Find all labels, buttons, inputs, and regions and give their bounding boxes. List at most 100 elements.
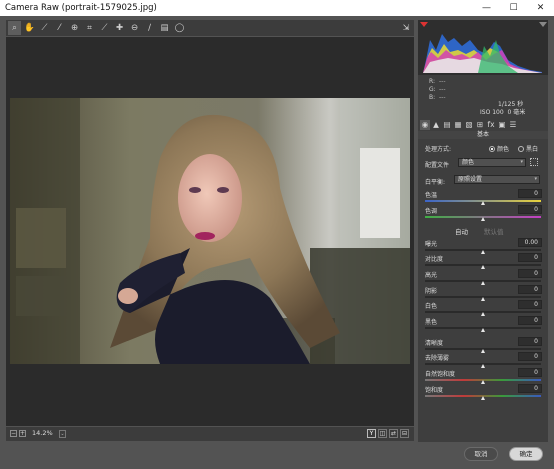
straighten-tool-icon[interactable]: ⟋ bbox=[98, 21, 111, 35]
treatment-bw-radio[interactable]: 黑白 bbox=[518, 144, 538, 153]
exposure-slider-thumb[interactable] bbox=[480, 250, 485, 254]
treatment-color-label: 颜色 bbox=[497, 146, 510, 153]
image-info: R: G: B: --- --- --- 1/125 秒 ISO 100 0 毫… bbox=[418, 75, 548, 119]
treatment-bw-label: 黑白 bbox=[526, 146, 539, 153]
radio-icon bbox=[518, 146, 524, 152]
adjustment-panel: R: G: B: --- --- --- 1/125 秒 ISO 100 0 毫… bbox=[418, 20, 548, 442]
copy-settings-button[interactable]: ⊟ bbox=[400, 429, 409, 438]
hand-tool-icon[interactable]: ✋ bbox=[23, 21, 36, 35]
color-sampler-tool-icon[interactable]: ⁄ bbox=[53, 21, 66, 35]
chevron-down-icon: ▾ bbox=[520, 159, 523, 165]
zoom-in-button[interactable]: + bbox=[19, 430, 26, 437]
radio-icon bbox=[489, 146, 495, 152]
swap-settings-button[interactable]: ⇄ bbox=[389, 429, 398, 438]
dehaze-slider-thumb[interactable] bbox=[480, 364, 485, 368]
focal-length: 0 毫米 bbox=[507, 109, 526, 116]
tab-hsl-icon[interactable]: ▦ bbox=[453, 120, 463, 130]
window-controls: — ☐ ✕ bbox=[473, 0, 554, 16]
blacks-label: 黑色 bbox=[425, 319, 438, 326]
zoom-out-button[interactable]: − bbox=[10, 430, 17, 437]
profile-browser-icon[interactable] bbox=[530, 158, 538, 166]
dialog-footer: 取消 确定 bbox=[0, 442, 554, 469]
tab-basic-icon[interactable]: ◉ bbox=[420, 119, 430, 130]
r-label: R: bbox=[429, 78, 436, 85]
highlight-clipping-icon[interactable] bbox=[539, 22, 547, 27]
profile-select[interactable]: 颜色 ▾ bbox=[458, 158, 526, 167]
close-button[interactable]: ✕ bbox=[527, 0, 554, 16]
histogram-graph bbox=[423, 34, 542, 73]
vibrance-value-field[interactable]: 0 bbox=[518, 368, 542, 377]
g-label: G: bbox=[429, 86, 436, 93]
vibrance-slider-thumb[interactable] bbox=[480, 380, 485, 384]
preview-image[interactable] bbox=[10, 98, 410, 364]
zoom-level: 14.2% bbox=[32, 429, 53, 437]
title-bar: Camera Raw (portrait-1579025.jpg) — ☐ ✕ bbox=[0, 0, 554, 16]
iso-text: ISO 100 bbox=[480, 109, 504, 116]
dehaze-value-field[interactable]: 0 bbox=[518, 352, 542, 361]
treatment-label: 处理方式: bbox=[425, 146, 452, 153]
auto-button[interactable]: 自动 bbox=[455, 228, 468, 237]
clarity-label: 清晰度 bbox=[425, 340, 444, 347]
tab-calibration-icon[interactable]: ▣ bbox=[497, 120, 507, 130]
radial-filter-tool-icon[interactable]: ◯ bbox=[173, 21, 186, 35]
b-value: --- bbox=[439, 94, 446, 101]
ok-button[interactable]: 确定 bbox=[509, 447, 543, 461]
saturation-slider-thumb[interactable] bbox=[480, 396, 485, 400]
tint-slider-thumb[interactable] bbox=[480, 217, 485, 221]
graduated-filter-tool-icon[interactable]: ▤ bbox=[158, 21, 171, 35]
targeted-adjustment-tool-icon[interactable]: ⊕ bbox=[68, 21, 81, 35]
view-toggle-button[interactable]: Y bbox=[367, 429, 376, 438]
temperature-value-field[interactable]: 0 bbox=[518, 189, 542, 198]
maximize-button[interactable]: ☐ bbox=[500, 0, 527, 16]
fullscreen-toggle-icon[interactable]: ⇲ bbox=[400, 21, 412, 34]
shadows-label: 阴影 bbox=[425, 288, 438, 295]
shadows-value-field[interactable]: 0 bbox=[518, 285, 542, 294]
spot-removal-tool-icon[interactable]: ✚ bbox=[113, 21, 126, 35]
zoom-tool-icon[interactable]: ⌕ bbox=[8, 21, 21, 35]
clarity-value-field[interactable]: 0 bbox=[518, 337, 542, 346]
chevron-down-icon: ▾ bbox=[534, 176, 537, 182]
tab-detail-icon[interactable]: ▤ bbox=[442, 120, 452, 130]
window-title: Camera Raw (portrait-1579025.jpg) bbox=[5, 3, 157, 13]
clarity-slider-thumb[interactable] bbox=[480, 349, 485, 353]
white-balance-label: 白平衡: bbox=[425, 179, 446, 186]
profile-value: 颜色 bbox=[462, 159, 475, 166]
tool-bar: ⌕ ✋ ⟋ ⁄ ⊕ ⌗ ⟋ ✚ ⊖ ∕ ▤ ◯ ⇲ bbox=[6, 20, 414, 36]
minimize-button[interactable]: — bbox=[473, 0, 500, 16]
crop-tool-icon[interactable]: ⌗ bbox=[83, 21, 96, 35]
temperature-slider-thumb[interactable] bbox=[480, 201, 485, 205]
shadow-clipping-icon[interactable] bbox=[420, 22, 428, 27]
blacks-slider-thumb[interactable] bbox=[480, 328, 485, 332]
blacks-value-field[interactable]: 0 bbox=[518, 316, 542, 325]
highlights-slider-thumb[interactable] bbox=[480, 281, 485, 285]
whites-slider-thumb[interactable] bbox=[480, 312, 485, 316]
vibrance-label: 自然饱和度 bbox=[425, 371, 456, 378]
contrast-slider-thumb[interactable] bbox=[480, 265, 485, 269]
panel-tabs: ◉ ▲ ▤ ▦ ▧ ⊞ fx ▣ ☰ bbox=[418, 119, 548, 130]
default-button[interactable]: 默认值 bbox=[484, 228, 504, 237]
highlights-value-field[interactable]: 0 bbox=[518, 269, 542, 278]
shadows-slider-thumb[interactable] bbox=[480, 297, 485, 301]
tint-value-field[interactable]: 0 bbox=[518, 205, 542, 214]
cancel-button[interactable]: 取消 bbox=[464, 447, 498, 461]
tab-split-toning-icon[interactable]: ▧ bbox=[464, 120, 474, 130]
before-after-button[interactable]: ◫ bbox=[378, 429, 387, 438]
treatment-color-radio[interactable]: 颜色 bbox=[489, 144, 509, 153]
zoom-dropdown-icon[interactable]: ⌄ bbox=[59, 430, 66, 438]
exposure-value-field[interactable]: 0.00 bbox=[518, 238, 542, 247]
tab-lens-corrections-icon[interactable]: ⊞ bbox=[475, 120, 485, 130]
red-eye-tool-icon[interactable]: ⊖ bbox=[128, 21, 141, 35]
dehaze-label: 去除薄雾 bbox=[425, 355, 450, 362]
white-balance-tool-icon[interactable]: ⟋ bbox=[38, 21, 51, 35]
tab-effects-icon[interactable]: fx bbox=[486, 120, 496, 130]
contrast-label: 对比度 bbox=[425, 256, 444, 263]
status-bar: − + 14.2% ⌄ Y ◫ ⇄ ⊟ bbox=[6, 427, 414, 441]
tab-presets-icon[interactable]: ☰ bbox=[508, 120, 518, 130]
whites-value-field[interactable]: 0 bbox=[518, 300, 542, 309]
white-balance-select[interactable]: 原照设置 ▾ bbox=[454, 175, 540, 184]
adjustment-brush-tool-icon[interactable]: ∕ bbox=[143, 21, 156, 35]
saturation-value-field[interactable]: 0 bbox=[518, 384, 542, 393]
white-balance-value: 原照设置 bbox=[458, 176, 483, 183]
tab-tone-curve-icon[interactable]: ▲ bbox=[431, 120, 441, 130]
contrast-value-field[interactable]: 0 bbox=[518, 253, 542, 262]
